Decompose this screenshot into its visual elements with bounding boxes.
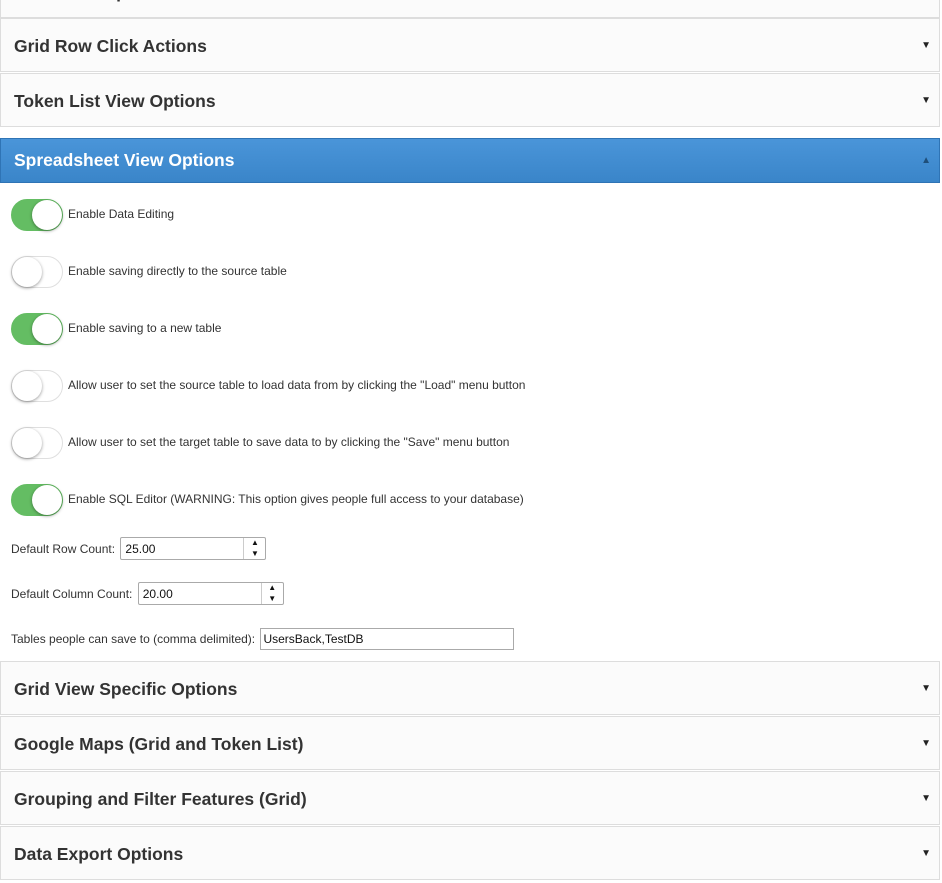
switch-knob (12, 428, 42, 458)
panel-title: Grid View Specific Options (14, 679, 238, 699)
switch-knob (32, 200, 62, 230)
settings-page: Advanced Options ▼ Grid Row Click Action… (0, 0, 942, 883)
save-target-table-switch[interactable] (11, 427, 63, 459)
panel-title: Grid Row Click Actions (14, 36, 207, 56)
decrement-arrow-icon[interactable]: ▼ (262, 594, 283, 604)
toggle-label: Enable saving directly to the source tab… (68, 264, 287, 278)
chevron-down-icon: ▼ (921, 0, 931, 19)
panel-header-grouping-filter[interactable]: Grouping and Filter Features (Grid) ▼ (0, 771, 940, 825)
sql-editor-switch[interactable] (11, 484, 63, 516)
panel-header-data-export-options[interactable]: Data Export Options ▼ (0, 826, 940, 880)
increment-arrow-icon[interactable]: ▲ (244, 538, 265, 548)
panel-header-token-list-view-options[interactable]: Token List View Options ▼ (0, 73, 940, 127)
load-source-table-switch[interactable] (11, 370, 63, 402)
spinner-value: 20.00 (142, 587, 173, 601)
increment-arrow-icon[interactable]: ▲ (262, 583, 283, 593)
spinner-value: 25.00 (125, 542, 156, 556)
switch-knob (12, 371, 42, 401)
panel-title: Data Export Options (14, 844, 184, 864)
toggle-label: Allow user to set the target table to sa… (68, 435, 510, 449)
decrement-arrow-icon[interactable]: ▼ (244, 549, 265, 559)
save-tables-input[interactable]: UsersBack,TestDB (260, 628, 515, 650)
toggle-label: Allow user to set the source table to lo… (68, 378, 526, 392)
chevron-down-icon: ▼ (921, 848, 931, 859)
toggle-label: Enable saving to a new table (68, 321, 222, 335)
save-tables-label: Tables people can save to (comma delimit… (11, 632, 256, 646)
chevron-down-icon: ▼ (921, 683, 931, 694)
spreadsheet-options-body: Enable Data Editing Enable saving direct… (0, 183, 940, 661)
panel-header-google-maps[interactable]: Google Maps (Grid and Token List) ▼ (0, 716, 940, 770)
panel-header-grid-row-click-actions[interactable]: Grid Row Click Actions ▼ (0, 18, 940, 72)
default-column-count-label: Default Column Count: (11, 586, 133, 601)
save-to-new-table-switch[interactable] (11, 313, 63, 345)
panel-title: Grouping and Filter Features (Grid) (14, 789, 307, 809)
switch-knob (32, 314, 62, 344)
panel-header-advanced-options[interactable]: Advanced Options ▼ (0, 0, 940, 18)
default-row-count-input[interactable]: 25.00 ▲ ▼ (120, 537, 267, 560)
default-column-count-row: Default Column Count: 20.00 ▲ ▼ (11, 582, 284, 605)
panel-header-grid-view-specific-options[interactable]: Grid View Specific Options ▼ (0, 661, 940, 715)
toggle-label: Enable Data Editing (68, 207, 175, 221)
save-tables-row: Tables people can save to (comma delimit… (11, 628, 515, 650)
toggle-label: Enable SQL Editor (WARNING: This option … (68, 492, 524, 506)
panel-title: Google Maps (Grid and Token List) (14, 734, 304, 754)
spinner-buttons: ▲ ▼ (243, 538, 265, 559)
panel-title: Token List View Options (14, 91, 216, 111)
save-to-source-switch[interactable] (11, 256, 63, 288)
spinner-buttons: ▲ ▼ (260, 583, 283, 604)
panel-title: Spreadsheet View Options (14, 150, 235, 170)
chevron-up-icon: ▲ (921, 155, 931, 166)
chevron-down-icon: ▼ (921, 95, 931, 106)
enable-data-editing-switch[interactable] (11, 199, 63, 231)
default-row-count-label: Default Row Count: (11, 541, 116, 556)
chevron-down-icon: ▼ (921, 738, 931, 749)
chevron-down-icon: ▼ (921, 793, 931, 804)
panel-title: Advanced Options (14, 0, 169, 19)
default-row-count-row: Default Row Count: 25.00 ▲ ▼ (11, 537, 267, 560)
switch-knob (32, 485, 62, 515)
default-column-count-input[interactable]: 20.00 ▲ ▼ (137, 582, 284, 605)
panel-header-spreadsheet-view-options[interactable]: Spreadsheet View Options ▲ (0, 138, 940, 183)
chevron-down-icon: ▼ (921, 40, 931, 51)
switch-knob (12, 257, 42, 287)
